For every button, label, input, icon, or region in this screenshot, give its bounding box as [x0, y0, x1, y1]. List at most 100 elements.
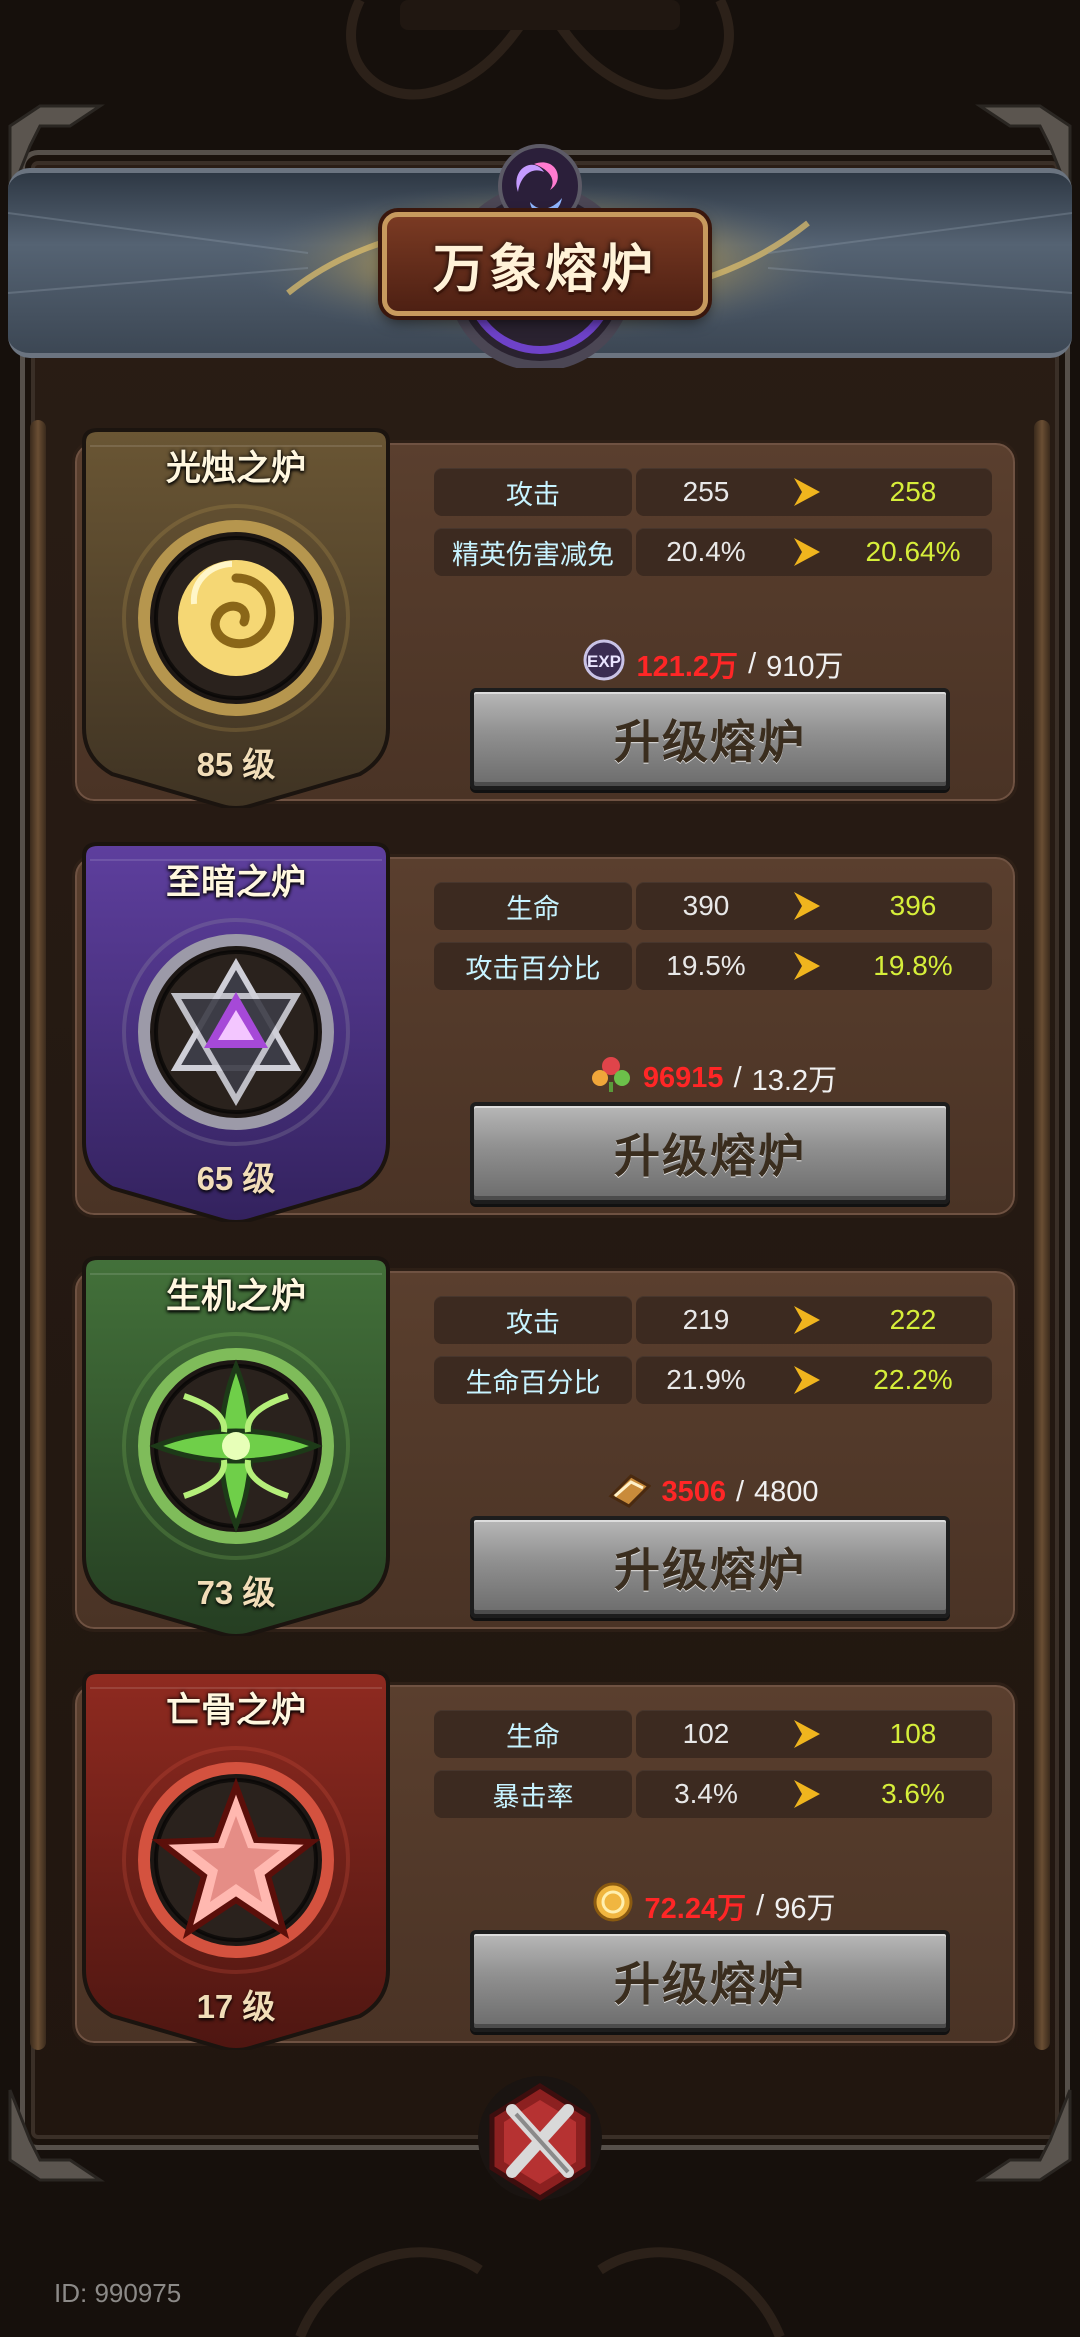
- stat-list: 攻击 255 258 精英伤害减免 20.4% 20.64%: [434, 468, 992, 588]
- page-title: 万象熔炉: [432, 240, 657, 299]
- stat-values: 219 222: [636, 1296, 992, 1344]
- corner-ornament-bottom-left: [8, 2089, 105, 2182]
- stat-row: 攻击百分比 19.5% 19.8%: [434, 942, 992, 990]
- furnace-badge: 光烛之炉 85 级: [64, 428, 408, 808]
- stat-label: 生命: [434, 1710, 632, 1758]
- upgrade-furnace-button[interactable]: 升级熔炉: [470, 1102, 950, 1204]
- upgrade-furnace-button[interactable]: 升级熔炉: [470, 688, 950, 790]
- arrow-right-icon: [794, 1720, 820, 1748]
- cost-required: 13.2万: [751, 1065, 838, 1097]
- stat-label: 生命百分比: [434, 1356, 632, 1404]
- cost-owned: 3506: [661, 1475, 726, 1508]
- furnace-level: 65 级: [196, 1160, 276, 1197]
- stat-label: 攻击: [434, 468, 632, 516]
- stat-row: 暴击率 3.4% 3.6%: [434, 1770, 992, 1818]
- stat-next: 108: [889, 1718, 937, 1749]
- corner-ornament-bottom-right: [975, 2089, 1072, 2182]
- stat-next: 222: [889, 1304, 937, 1335]
- book-icon: [607, 1466, 652, 1518]
- stat-label: 攻击百分比: [434, 942, 632, 990]
- arrow-right-icon: [794, 538, 820, 566]
- upgrade-button-label: 升级熔炉: [614, 716, 806, 768]
- cost-owned: 121.2万: [636, 651, 739, 683]
- stat-current: 219: [682, 1304, 730, 1335]
- stat-values: 255 258: [636, 468, 992, 516]
- arrow-right-icon: [794, 1780, 820, 1808]
- coin-icon: [591, 1880, 635, 1932]
- furnace-badge: 亡骨之炉 17 级: [64, 1670, 408, 2050]
- stat-row: 精英伤害减免 20.4% 20.64%: [434, 528, 992, 576]
- stat-row: 生命 102 108: [434, 1710, 992, 1758]
- stat-next: 396: [889, 890, 937, 921]
- stat-label: 精英伤害减免: [434, 528, 632, 576]
- stat-row: 攻击 255 258: [434, 468, 992, 516]
- furnace-name: 至暗之炉: [165, 863, 306, 902]
- cost-separator: /: [748, 647, 757, 680]
- furnace-card: 光烛之炉 85 级 攻击 255 258 精英伤害减免 20.4% 20.64%…: [64, 428, 1018, 808]
- right-rail: [1034, 420, 1050, 2050]
- furnace-badge: 至暗之炉 65 级: [64, 842, 408, 1222]
- furnace-name: 生机之炉: [165, 1277, 306, 1316]
- stat-values: 19.5% 19.8%: [636, 942, 992, 990]
- upgrade-button-label: 升级熔炉: [614, 1130, 806, 1182]
- stat-next: 19.8%: [873, 950, 953, 981]
- stat-current: 390: [682, 890, 730, 921]
- stat-values: 102 108: [636, 1710, 992, 1758]
- furnace-card: 亡骨之炉 17 级 生命 102 108 暴击率 3.4% 3.6% 72.24…: [64, 1670, 1018, 2050]
- stat-next: 3.6%: [881, 1778, 945, 1809]
- arrow-right-icon: [794, 478, 820, 506]
- cost-separator: /: [733, 1061, 742, 1094]
- furnace-card: 生机之炉 73 级 攻击 219 222 生命百分比 21.9% 22.2% 3…: [64, 1256, 1018, 1636]
- cost-owned: 72.24万: [644, 1893, 747, 1925]
- arrow-right-icon: [794, 1366, 820, 1394]
- stat-next: 20.64%: [865, 536, 961, 567]
- stat-next: 22.2%: [873, 1364, 953, 1395]
- cost-separator: /: [735, 1475, 745, 1508]
- close-icon: [478, 2076, 602, 2201]
- furnace-badge: 生机之炉 73 级: [64, 1256, 408, 1636]
- arrow-right-icon: [794, 892, 820, 920]
- furnace-level: 17 级: [196, 1988, 276, 2025]
- furnace-level: 73 级: [196, 1574, 276, 1611]
- stat-current: 3.4%: [674, 1778, 738, 1809]
- furnace-card: 至暗之炉 65 级 生命 390 396 攻击百分比 19.5% 19.8% 9…: [64, 842, 1018, 1222]
- furnace-name: 光烛之炉: [165, 449, 306, 488]
- upgrade-button-label: 升级熔炉: [614, 1544, 806, 1596]
- upgrade-furnace-button[interactable]: 升级熔炉: [470, 1930, 950, 2032]
- stat-row: 攻击 219 222: [434, 1296, 992, 1344]
- exp-icon: EXP: [582, 638, 626, 690]
- stat-label: 攻击: [434, 1296, 632, 1344]
- stat-row: 生命 390 396: [434, 882, 992, 930]
- upgrade-cost: EXP 121.2万 / 910万: [434, 638, 992, 690]
- stat-values: 20.4% 20.64%: [636, 528, 992, 576]
- title-plate: 万象熔炉: [382, 212, 708, 316]
- svg-text:EXP: EXP: [587, 652, 621, 671]
- flower-icon: [589, 1052, 633, 1104]
- furnace-level: 85 级: [196, 746, 276, 783]
- stat-row: 生命百分比 21.9% 22.2%: [434, 1356, 992, 1404]
- left-rail: [30, 420, 46, 2050]
- cost-required: 4800: [754, 1475, 819, 1508]
- stat-current: 20.4%: [666, 536, 746, 567]
- cost-required: 96万: [774, 1893, 836, 1925]
- stat-values: 21.9% 22.2%: [636, 1356, 992, 1404]
- stat-values: 390 396: [636, 882, 992, 930]
- arrow-right-icon: [794, 1306, 820, 1334]
- close-button[interactable]: [476, 2072, 604, 2212]
- upgrade-cost: 72.24万 / 96万: [434, 1880, 992, 1932]
- stat-current: 255: [682, 476, 730, 507]
- stat-list: 生命 102 108 暴击率 3.4% 3.6%: [434, 1710, 992, 1830]
- stat-list: 生命 390 396 攻击百分比 19.5% 19.8%: [434, 882, 992, 1002]
- stat-current: 21.9%: [666, 1364, 746, 1395]
- stat-current: 19.5%: [666, 950, 746, 981]
- upgrade-furnace-button[interactable]: 升级熔炉: [470, 1516, 950, 1618]
- upgrade-button-label: 升级熔炉: [614, 1958, 806, 2010]
- stat-current: 102: [682, 1718, 730, 1749]
- cost-owned: 96915: [642, 1061, 724, 1094]
- cost-separator: /: [756, 1889, 765, 1922]
- stat-next: 258: [889, 476, 937, 507]
- user-id: ID: 990975: [54, 2278, 182, 2308]
- furnace-name: 亡骨之炉: [165, 1691, 306, 1730]
- stat-list: 攻击 219 222 生命百分比 21.9% 22.2%: [434, 1296, 992, 1416]
- upgrade-cost: 96915 / 13.2万: [434, 1052, 992, 1104]
